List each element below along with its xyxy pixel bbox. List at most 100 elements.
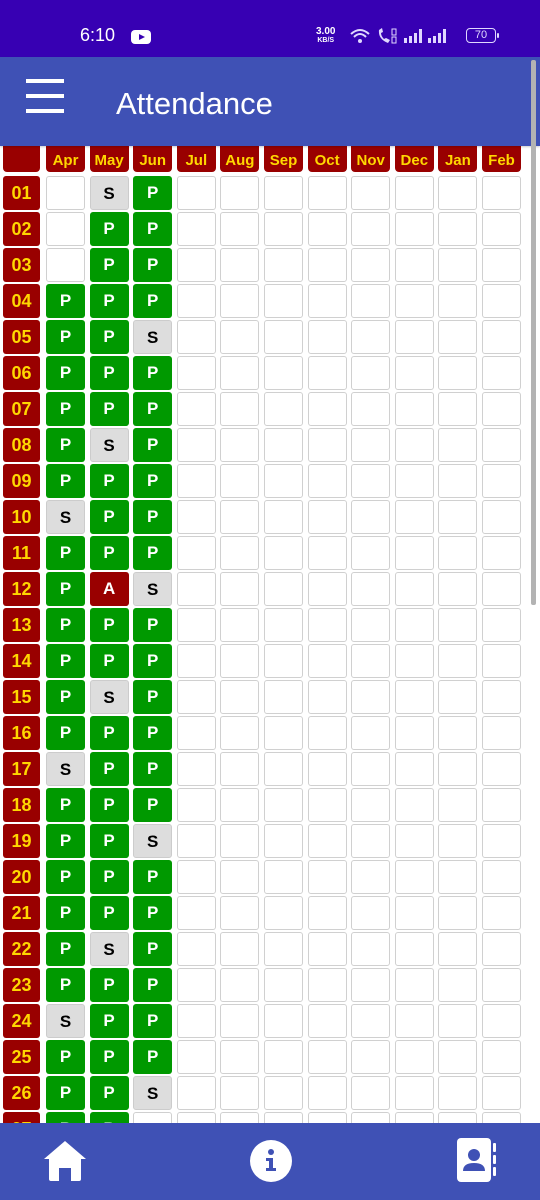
- attendance-cell[interactable]: [351, 716, 391, 750]
- attendance-cell[interactable]: S: [133, 572, 173, 606]
- attendance-cell[interactable]: P: [133, 248, 173, 282]
- attendance-cell[interactable]: [394, 752, 434, 786]
- attendance-cell[interactable]: P: [46, 896, 85, 930]
- attendance-cell[interactable]: [307, 392, 347, 426]
- attendance-cell[interactable]: [482, 932, 521, 966]
- attendance-cell[interactable]: [482, 536, 521, 570]
- attendance-cell[interactable]: [264, 824, 303, 858]
- attendance-cell[interactable]: [307, 284, 347, 318]
- attendance-cell[interactable]: [176, 1040, 216, 1074]
- attendance-cell[interactable]: [438, 572, 478, 606]
- attendance-cell[interactable]: [176, 1112, 216, 1123]
- attendance-cell[interactable]: [482, 752, 521, 786]
- attendance-cell[interactable]: [307, 896, 347, 930]
- attendance-cell[interactable]: [176, 428, 216, 462]
- attendance-cell[interactable]: [46, 176, 85, 210]
- attendance-cell[interactable]: S: [133, 824, 173, 858]
- attendance-cell[interactable]: P: [89, 536, 129, 570]
- attendance-cell[interactable]: [438, 752, 478, 786]
- attendance-cell[interactable]: [394, 1112, 434, 1123]
- attendance-cell[interactable]: [264, 212, 303, 246]
- attendance-cell[interactable]: [438, 464, 478, 498]
- attendance-cell[interactable]: [438, 356, 478, 390]
- attendance-cell[interactable]: [394, 356, 434, 390]
- attendance-cell[interactable]: [482, 428, 521, 462]
- attendance-cell[interactable]: [307, 752, 347, 786]
- attendance-cell[interactable]: [264, 500, 303, 534]
- attendance-cell[interactable]: [482, 320, 521, 354]
- attendance-cell[interactable]: P: [89, 608, 129, 642]
- attendance-cell[interactable]: [264, 428, 303, 462]
- attendance-cell[interactable]: P: [133, 968, 173, 1002]
- attendance-cell[interactable]: [394, 176, 434, 210]
- attendance-cell[interactable]: [220, 788, 260, 822]
- attendance-cell[interactable]: P: [46, 860, 85, 894]
- attendance-cell[interactable]: [482, 572, 521, 606]
- attendance-cell[interactable]: [220, 860, 260, 894]
- attendance-cell[interactable]: P: [46, 644, 85, 678]
- attendance-cell[interactable]: [307, 176, 347, 210]
- attendance-cell[interactable]: [220, 1004, 260, 1038]
- attendance-cell[interactable]: [176, 500, 216, 534]
- attendance-cell[interactable]: [220, 1112, 260, 1123]
- attendance-cell[interactable]: [482, 1004, 521, 1038]
- attendance-cell[interactable]: [351, 824, 391, 858]
- attendance-cell[interactable]: [482, 1040, 521, 1074]
- attendance-cell[interactable]: [176, 284, 216, 318]
- attendance-cell[interactable]: P: [89, 284, 129, 318]
- attendance-cell[interactable]: [176, 464, 216, 498]
- attendance-cell[interactable]: [394, 212, 434, 246]
- attendance-cell[interactable]: [307, 536, 347, 570]
- attendance-cell[interactable]: [351, 1076, 391, 1110]
- attendance-cell[interactable]: [351, 644, 391, 678]
- attendance-cell[interactable]: S: [89, 428, 129, 462]
- attendance-cell[interactable]: [351, 428, 391, 462]
- attendance-cell[interactable]: [133, 1112, 173, 1123]
- attendance-cell[interactable]: [394, 716, 434, 750]
- attendance-cell[interactable]: [264, 284, 303, 318]
- attendance-cell[interactable]: P: [89, 356, 129, 390]
- attendance-cell[interactable]: [307, 860, 347, 894]
- attendance-cell[interactable]: [220, 428, 260, 462]
- attendance-cell[interactable]: [482, 212, 521, 246]
- attendance-cell[interactable]: P: [133, 680, 173, 714]
- attendance-cell[interactable]: P: [46, 356, 85, 390]
- attendance-cell[interactable]: [438, 608, 478, 642]
- attendance-cell[interactable]: P: [46, 464, 85, 498]
- attendance-cell[interactable]: [176, 932, 216, 966]
- attendance-cell[interactable]: [176, 320, 216, 354]
- attendance-cell[interactable]: [438, 428, 478, 462]
- nav-info-button[interactable]: [247, 1137, 297, 1185]
- attendance-cell[interactable]: [351, 500, 391, 534]
- attendance-cell[interactable]: P: [46, 1040, 85, 1074]
- attendance-cell[interactable]: [482, 644, 521, 678]
- attendance-cell[interactable]: [220, 356, 260, 390]
- attendance-cell[interactable]: P: [89, 752, 129, 786]
- attendance-cell[interactable]: [351, 1112, 391, 1123]
- attendance-cell[interactable]: [438, 248, 478, 282]
- attendance-cell[interactable]: [220, 320, 260, 354]
- attendance-cell[interactable]: [264, 752, 303, 786]
- attendance-cell[interactable]: P: [133, 392, 173, 426]
- attendance-cell[interactable]: [307, 1040, 347, 1074]
- attendance-cell[interactable]: P: [89, 464, 129, 498]
- attendance-cell[interactable]: P: [89, 1040, 129, 1074]
- attendance-cell[interactable]: [482, 392, 521, 426]
- attendance-cell[interactable]: [307, 1004, 347, 1038]
- attendance-cell[interactable]: [264, 716, 303, 750]
- attendance-cell[interactable]: [438, 320, 478, 354]
- attendance-cell[interactable]: P: [89, 788, 129, 822]
- attendance-cell[interactable]: [482, 608, 521, 642]
- attendance-cell[interactable]: P: [89, 824, 129, 858]
- attendance-cell[interactable]: P: [133, 356, 173, 390]
- attendance-cell[interactable]: [264, 968, 303, 1002]
- attendance-cell[interactable]: [176, 392, 216, 426]
- attendance-cell[interactable]: [438, 680, 478, 714]
- attendance-cell[interactable]: P: [46, 428, 85, 462]
- attendance-cell[interactable]: [394, 968, 434, 1002]
- attendance-cell[interactable]: [264, 176, 303, 210]
- attendance-cell[interactable]: S: [46, 500, 85, 534]
- attendance-cell[interactable]: [264, 932, 303, 966]
- attendance-cell[interactable]: P: [46, 680, 85, 714]
- attendance-cell[interactable]: [482, 968, 521, 1002]
